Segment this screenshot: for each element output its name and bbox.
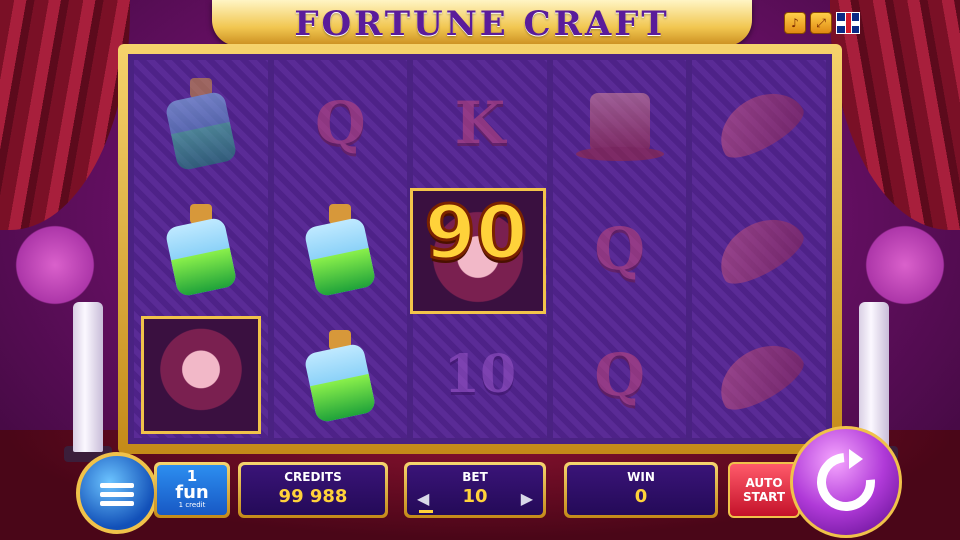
- spin-arrow-icon: [805, 441, 887, 523]
- menu-button[interactable]: [76, 452, 158, 534]
- reel-5: [692, 60, 826, 438]
- credits-value: 99 988: [278, 486, 348, 507]
- symbol-potion-green: [134, 186, 268, 312]
- coin-sub: 1 credit: [178, 501, 206, 509]
- auto-start-button[interactable]: AUTO START: [728, 462, 800, 518]
- bet-increase-button[interactable]: ▶: [521, 489, 533, 508]
- spin-arrow-tip-icon: [849, 449, 863, 469]
- language-flag-uk-icon[interactable]: [836, 12, 860, 34]
- symbol-portrait-woman: [134, 312, 268, 438]
- symbol-feather: [692, 312, 826, 438]
- sound-icon[interactable]: ♪: [784, 12, 806, 34]
- left-decoration: [10, 220, 100, 310]
- auto-start-line2: START: [742, 490, 786, 504]
- bet-label: BET: [462, 470, 488, 484]
- symbol-k: K: [454, 88, 506, 157]
- symbol-potion-green: [274, 312, 408, 438]
- coin-value-panel[interactable]: 1 fun 1 credit: [154, 462, 230, 518]
- symbol-potion-blue: [134, 60, 268, 186]
- symbol-feather: [692, 60, 826, 186]
- reel-4: Q Q: [552, 60, 687, 438]
- symbol-10: 10: [443, 344, 517, 406]
- reel-1: [134, 60, 268, 438]
- title-plate: FORTUNE CRAFT: [212, 0, 752, 46]
- left-candle: [73, 302, 103, 452]
- symbol-q: Q: [594, 214, 645, 283]
- coin-unit: fun: [175, 482, 209, 503]
- top-controls: ♪ ⤢: [784, 12, 860, 34]
- left-curtain: [0, 0, 130, 230]
- bet-level-indicator: [419, 510, 433, 513]
- right-curtain: [830, 0, 960, 230]
- symbol-feather: [692, 186, 826, 312]
- symbol-q: Q: [594, 340, 645, 409]
- reel-2: Q: [273, 60, 408, 438]
- spin-button[interactable]: [790, 426, 902, 538]
- credits-label: CREDITS: [284, 470, 342, 484]
- symbol-candle: [553, 60, 687, 186]
- win-label: WIN: [627, 470, 655, 484]
- credits-panel: CREDITS 99 988: [238, 462, 388, 518]
- win-panel: WIN 0: [564, 462, 718, 518]
- game-title: FORTUNE CRAFT: [294, 4, 670, 44]
- symbol-potion-green: [274, 186, 408, 312]
- auto-start-line1: AUTO: [745, 476, 783, 490]
- right-decoration: [860, 220, 950, 310]
- symbol-q: Q: [315, 88, 366, 157]
- win-amount-popup: 90: [423, 189, 529, 278]
- bet-decrease-button[interactable]: ◀: [417, 489, 429, 508]
- win-value: 0: [634, 486, 648, 507]
- fullscreen-icon[interactable]: ⤢: [810, 12, 832, 34]
- bet-panel: BET 10 ◀ ▶: [404, 462, 546, 518]
